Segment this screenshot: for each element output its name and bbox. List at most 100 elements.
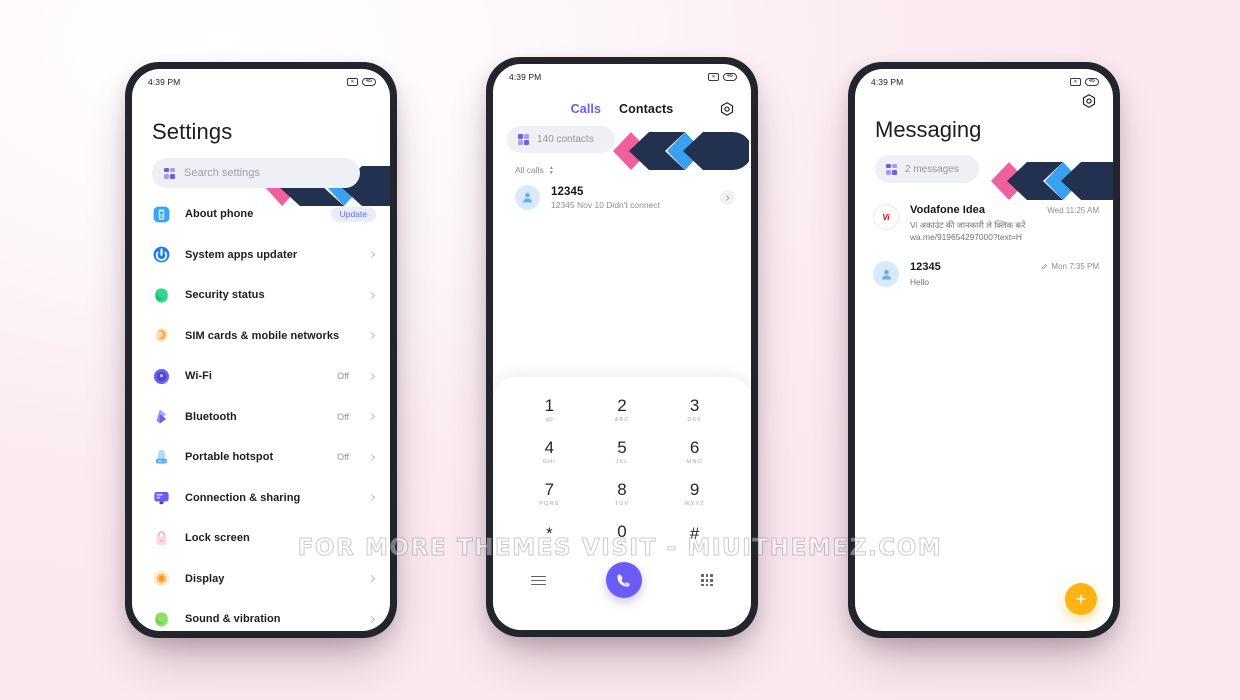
camera-mute-icon: ✕ <box>347 78 359 86</box>
message-thread-list: Vi Vodafone Idea Wed 11:25 AM Vi अकाउंट … <box>855 183 1113 300</box>
dialpad-digit: 8 <box>617 479 627 499</box>
dialpad-key-5[interactable]: 5 JKL <box>586 433 659 471</box>
list-item[interactable]: Vi Vodafone Idea Wed 11:25 AM Vi अकाउंट … <box>873 197 1099 254</box>
sidebar-item-label: Security status <box>185 289 265 302</box>
tab-calls[interactable]: Calls <box>571 102 601 116</box>
dialpad-key-2[interactable]: 2 ABC <box>586 391 659 429</box>
dialpad-key-7[interactable]: 7 PQRS <box>513 475 586 513</box>
dialpad-key-4[interactable]: 4 GHI <box>513 433 586 471</box>
dialpad-sublabel: + <box>619 542 625 549</box>
dialpad-sublabel: DEF <box>687 416 702 423</box>
sidebar-item-sim-cards[interactable]: SIM cards & mobile networks <box>132 316 390 357</box>
lock-screen-icon <box>152 529 171 548</box>
contacts-count-chip[interactable]: 140 contacts <box>507 126 615 153</box>
sidebar-item-label: Display <box>185 572 225 585</box>
search-input[interactable]: Search settings <box>152 158 360 188</box>
list-item[interactable]: 12345 Mon 7:35 PM Hello <box>873 254 1099 299</box>
dialpad-digit: 7 <box>544 479 555 499</box>
status-bar-icons: ✕ 45 <box>347 77 376 87</box>
page-title: Settings <box>152 119 233 144</box>
dialpad-digit: 4 <box>544 437 555 457</box>
thread-snippet: Hello <box>910 277 930 288</box>
call-filter-dropdown[interactable]: All calls ▲ ▼ <box>493 153 751 175</box>
status-badge[interactable]: Update <box>330 206 376 222</box>
sidebar-item-label: Portable hotspot <box>185 451 274 464</box>
hamburger-menu-icon[interactable] <box>531 575 546 586</box>
messages-count-label: 2 messages <box>905 163 959 175</box>
dialpad-sublabel: oo <box>545 416 553 423</box>
dialpad-key-9[interactable]: 9 WXYZ <box>658 475 731 513</box>
call-log-entry[interactable]: 12345 12345 Nov 10 Didn't connect <box>493 175 751 210</box>
search-placeholder: Search settings <box>184 167 260 179</box>
settings-list: About phone Update System apps updater S… <box>132 188 390 631</box>
dialer-screen: 4:39 PM ✕ 45 Calls Contacts 140 contacts… <box>493 64 751 630</box>
messages-count-chip[interactable]: 2 messages <box>875 155 979 183</box>
dialer-tabs: Calls Contacts <box>493 90 751 116</box>
dialpad-key-star[interactable]: * <box>513 517 586 555</box>
draft-pencil-icon <box>1042 264 1048 270</box>
dialpad-sublabel <box>658 542 731 549</box>
status-bar: 4:39 PM ✕ 45 <box>855 69 1113 95</box>
sidebar-item-system-apps-updater[interactable]: System apps updater <box>132 235 390 276</box>
dialpad-sublabel: TUV <box>614 500 630 507</box>
dialpad-digit: # <box>689 523 700 543</box>
dialpad-key-8[interactable]: 8 TUV <box>586 475 659 513</box>
gear-icon[interactable] <box>1081 93 1097 109</box>
dialpad-sublabel: WXYZ <box>684 500 705 507</box>
chevron-right-icon <box>367 575 376 583</box>
dialpad-key-hash[interactable]: # <box>658 517 731 555</box>
sidebar-item-label: Sound & vibration <box>185 613 281 626</box>
thread-header: 12345 Mon 7:35 PM <box>910 261 1099 273</box>
grid-search-icon <box>518 134 529 145</box>
dialpad-sublabel: JKL <box>615 458 629 465</box>
battery-indicator: 45 <box>723 72 737 82</box>
dialpad-digit: * <box>546 523 553 543</box>
phone-settings: 4:39 PM ✕ 45 Settings Search settings Ab… <box>125 62 397 638</box>
dialpad-icon[interactable] <box>701 574 713 587</box>
camera-mute-icon: ✕ <box>708 73 720 81</box>
sidebar-item-connection-sharing[interactable]: Connection & sharing <box>132 478 390 519</box>
dialpad-key-3[interactable]: 3 DEF <box>658 391 731 429</box>
sidebar-item-label: Lock screen <box>185 532 250 545</box>
sidebar-item-sound-vibration[interactable]: Sound & vibration <box>132 599 390 631</box>
sidebar-item-about-phone[interactable]: About phone Update <box>132 194 390 235</box>
dialpad-key-6[interactable]: 6 MNO <box>658 433 731 471</box>
sidebar-item-security-status[interactable]: Security status <box>132 275 390 316</box>
dialpad-sublabel: ABC <box>614 416 630 423</box>
bluetooth-icon <box>152 407 171 426</box>
dialpad-key-1[interactable]: 1 oo <box>513 391 586 429</box>
tab-contacts[interactable]: Contacts <box>619 102 673 116</box>
dialpad-digit: 1 <box>544 396 555 415</box>
phone-dialer: 4:39 PM ✕ 45 Calls Contacts 140 contacts… <box>486 57 758 637</box>
dialpad-digit: 3 <box>689 396 700 415</box>
thread-time-text: Mon 7:35 PM <box>1051 262 1099 272</box>
dialer-action-bar <box>513 554 731 599</box>
sidebar-item-lock-screen[interactable]: Lock screen <box>132 518 390 559</box>
phone-call-icon[interactable] <box>605 562 642 599</box>
thread-header: Vodafone Idea Wed 11:25 AM <box>910 204 1099 216</box>
chevron-right-icon <box>367 615 376 623</box>
sidebar-item-bluetooth[interactable]: Bluetooth Off <box>132 397 390 438</box>
phone-messaging: 4:39 PM ✕ 45 Messaging 2 messages Vi Vod… <box>848 62 1120 638</box>
chevron-right-icon <box>367 372 376 380</box>
battery-indicator: 45 <box>1085 77 1099 87</box>
dialpad-digit: 2 <box>617 396 627 415</box>
dialpad-key-0[interactable]: 0 + <box>586 517 659 555</box>
chevron-right-icon <box>367 291 376 299</box>
gear-icon[interactable] <box>719 101 735 117</box>
sidebar-item-label: System apps updater <box>185 248 298 261</box>
messaging-header: Messaging 2 messages <box>855 93 1113 200</box>
sidebar-item-wifi[interactable]: Wi-Fi Off <box>132 356 390 397</box>
compose-message-fab[interactable]: + <box>1065 583 1097 615</box>
sidebar-item-display[interactable]: Display <box>132 559 390 600</box>
sidebar-item-portable-hotspot[interactable]: Portable hotspot Off <box>132 437 390 478</box>
call-detail-button[interactable] <box>720 190 735 205</box>
thread-body: Vodafone Idea Wed 11:25 AM Vi अकाउंट की … <box>910 204 1099 243</box>
settings-screen: 4:39 PM ✕ 45 Settings Search settings Ab… <box>132 69 390 631</box>
about-phone-icon <box>152 205 171 224</box>
dialpad-sublabel: GHI <box>542 458 556 465</box>
battery-indicator: 45 <box>362 77 376 87</box>
thread-snippet: Vi अकाउंट की जानकारी ले क्लिक करें wa.me… <box>910 220 1026 243</box>
contacts-count-label: 140 contacts <box>537 134 594 145</box>
thread-sender: 12345 <box>910 261 941 274</box>
